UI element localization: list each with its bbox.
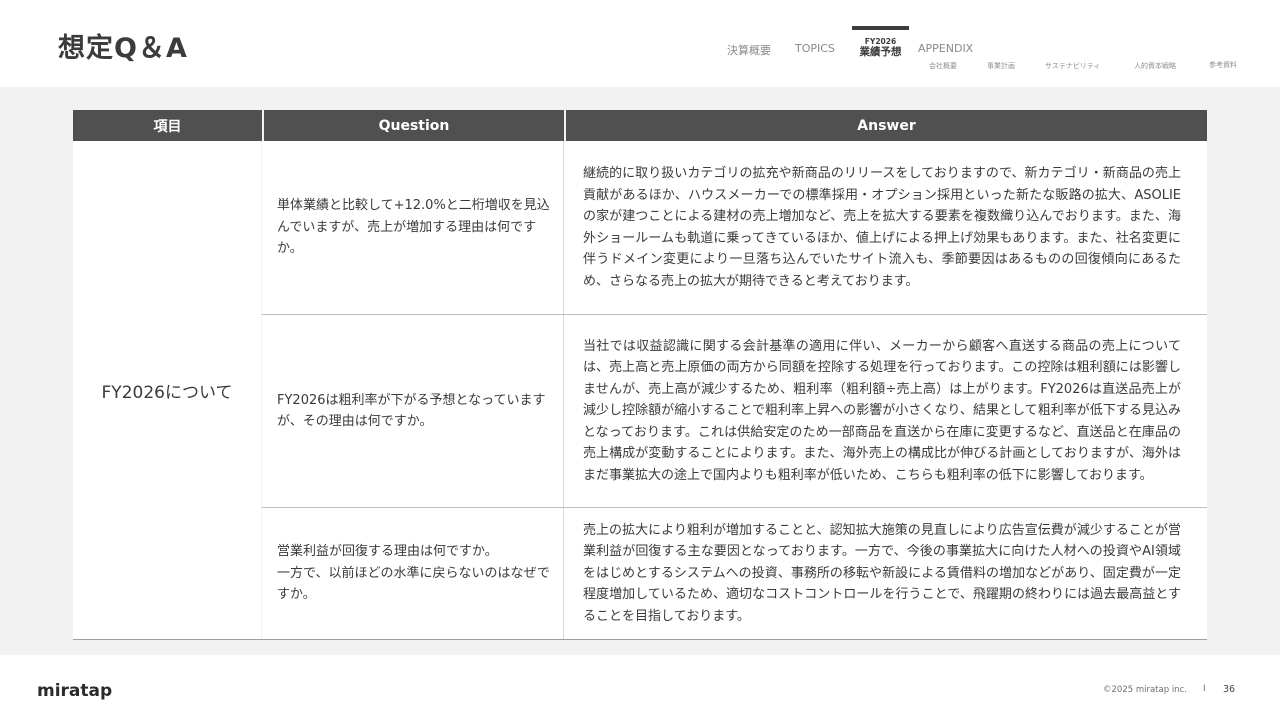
table-bottom-divider (73, 639, 1207, 640)
question-cell: 営業利益が回復する理由は何ですか。 一方で、以前ほどの水準に戻らないのはなぜです… (262, 508, 564, 639)
qa-rows: 単体業績と比較して+12.0%と二桁増収を見込んでいますが、売上が増加する理由は… (262, 141, 1207, 640)
company-logo: miratap (37, 681, 113, 701)
question-line-1: 営業利益が回復する理由は何ですか。 (277, 544, 498, 560)
table-row: 単体業績と比較して+12.0%と二桁増収を見込んでいますが、売上が増加する理由は… (262, 141, 1207, 315)
question-cell: FY2026は粗利率が下がる予想となっていますが、その理由は何ですか。 (262, 315, 564, 507)
nav-sub-business-plan[interactable]: 事業計画 (987, 61, 1015, 71)
nav-item-appendix[interactable]: APPENDIX (918, 42, 973, 55)
page-number: 36 (1223, 684, 1236, 695)
nav-sub-company-overview[interactable]: 会社概要 (929, 61, 957, 71)
nav-item-forecast-active[interactable]: FY2026 業績予想 (852, 26, 909, 64)
nav-active-year: FY2026 (864, 37, 897, 46)
table-body: FY2026について 単体業績と比較して+12.0%と二桁増収を見込んでいますが… (73, 141, 1207, 640)
nav-sub-human-capital[interactable]: 人的資本戦略 (1134, 61, 1176, 71)
header: 想定Q＆A 決算概要 TOPICS FY2026 業績予想 APPENDIX 会… (0, 0, 1280, 87)
question-line-2: 一方で、以前ほどの水準に戻らないのはなぜですか。 (277, 565, 550, 603)
header-question: Question (262, 110, 564, 141)
header-answer: Answer (564, 110, 1207, 141)
nav-item-topics[interactable]: TOPICS (795, 42, 835, 55)
nav-active-label: 業績予想 (859, 46, 902, 58)
question-cell: 単体業績と比較して+12.0%と二桁増収を見込んでいますが、売上が増加する理由は… (262, 141, 564, 314)
nav-item-results-summary[interactable]: 決算概要 (727, 42, 771, 58)
answer-cell: 当社では収益認識に関する会計基準の適用に伴い、メーカーから顧客へ直送する商品の売… (583, 338, 1181, 483)
topic-cell: FY2026について (73, 141, 262, 640)
footer-separator: I (1203, 684, 1206, 694)
answer-cell: 継続的に取り扱いカテゴリの拡充や新商品のリリースをしておりますので、新カテゴリ・… (583, 166, 1181, 289)
table-header: 項目 Question Answer (73, 110, 1207, 141)
answer-cell: 売上の拡大により粗利が増加することと、認知拡大施策の見直しにより広告宣伝費が減少… (583, 522, 1181, 624)
header-topic: 項目 (153, 118, 182, 135)
qa-table: 項目 Question Answer FY2026について 単体業績と比較して+… (73, 110, 1207, 640)
nav-sub-reference[interactable]: 参考資料 (1209, 60, 1237, 70)
table-row: FY2026は粗利率が下がる予想となっていますが、その理由は何ですか。 当社では… (262, 315, 1207, 508)
page-title: 想定Q＆A (58, 33, 188, 64)
copyright: ©2025 miratap inc. (1103, 685, 1187, 695)
nav-sub-sustainability[interactable]: サステナビリティ (1045, 61, 1100, 71)
table-row: 営業利益が回復する理由は何ですか。 一方で、以前ほどの水準に戻らないのはなぜです… (262, 508, 1207, 640)
